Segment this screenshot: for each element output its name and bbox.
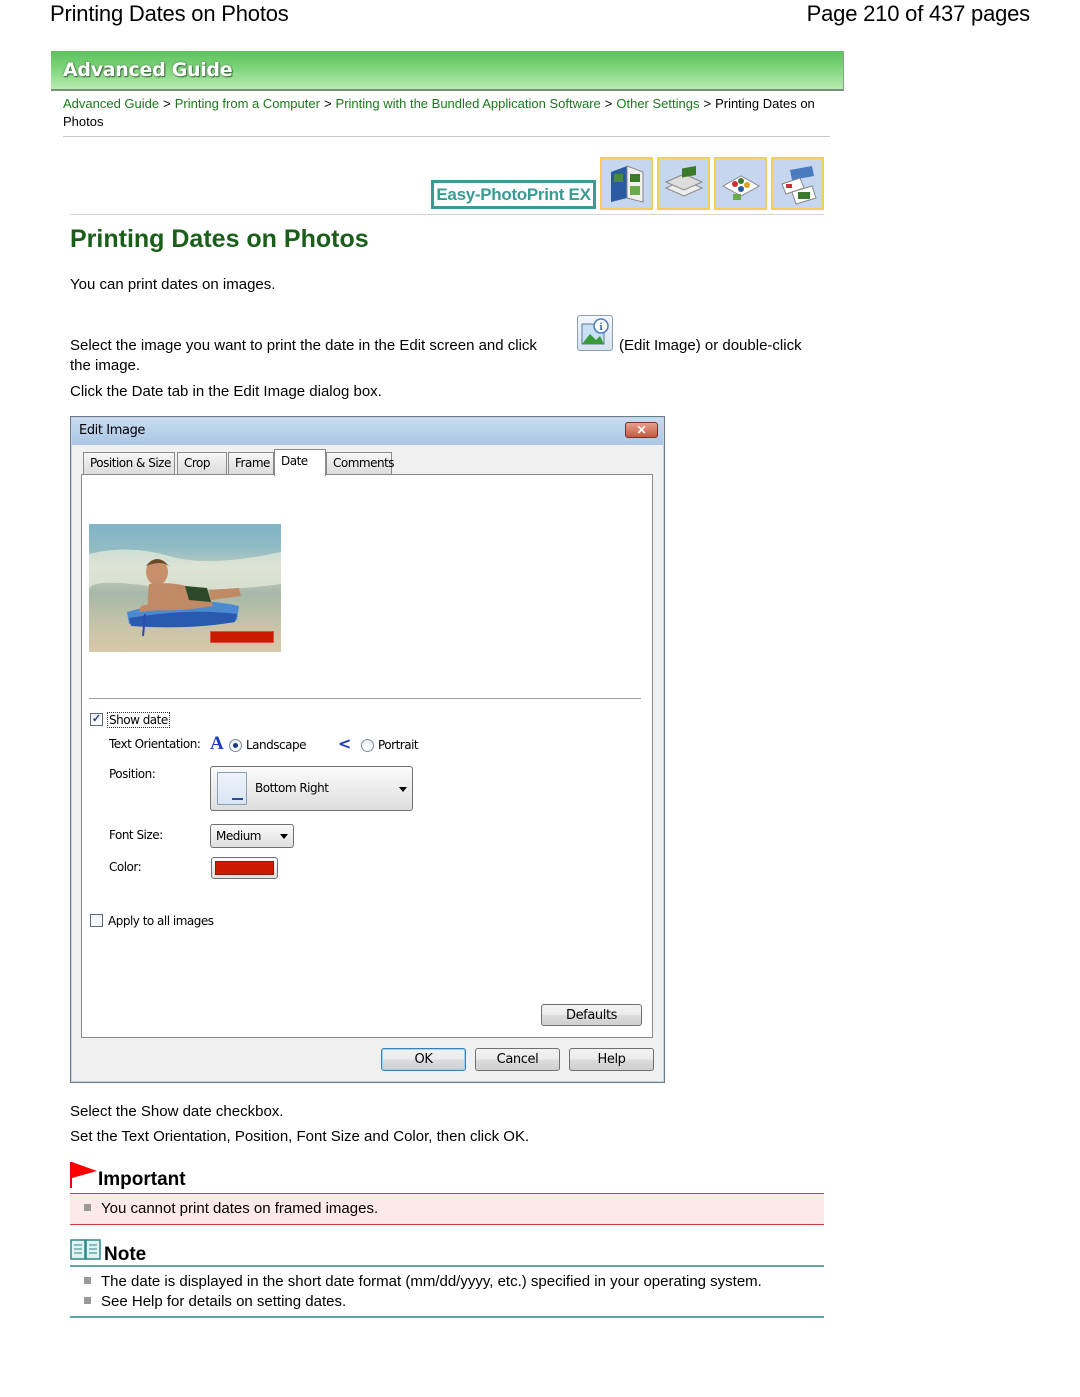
important-item: You cannot print dates on framed images. [84, 1200, 378, 1217]
note-item-text: See Help for details on setting dates. [101, 1293, 347, 1310]
edit-image-dialog: Edit Image ✕ Position & Size Crop Frame … [70, 416, 665, 1083]
ok-button[interactable]: OK [381, 1048, 466, 1071]
landscape-orientation-icon: A [210, 733, 224, 754]
color-label: Color: [109, 860, 142, 874]
portrait-orientation-icon: < [338, 734, 351, 753]
dialog-titlebar: Edit Image ✕ [72, 418, 663, 445]
document-title: Printing Dates on Photos [50, 1, 289, 26]
close-button[interactable]: ✕ [625, 422, 658, 438]
portrait-radio[interactable] [361, 739, 374, 752]
step1-text-continued: (Edit Image) or double-click [619, 337, 802, 354]
note-item: The date is displayed in the short date … [84, 1273, 762, 1290]
tab-date[interactable]: Date [274, 449, 326, 476]
divider [63, 136, 830, 137]
breadcrumb-link-printing-from-computer[interactable]: Printing from a Computer [175, 96, 320, 111]
svg-text:i: i [600, 322, 603, 333]
position-dropdown[interactable]: Bottom Right [210, 766, 413, 811]
note-item-text: The date is displayed in the short date … [101, 1273, 762, 1290]
date-preview-marker [210, 631, 274, 643]
banner-label: Advanced Guide [63, 59, 233, 81]
calendar-layout-icon[interactable] [657, 157, 710, 210]
book-icon [70, 1239, 101, 1260]
important-item-text: You cannot print dates on framed images. [101, 1200, 379, 1217]
tab-position-size[interactable]: Position & Size [83, 452, 175, 474]
breadcrumb-link-bundled-software[interactable]: Printing with the Bundled Application So… [336, 96, 601, 111]
step1-text-line2: the image. [70, 357, 141, 374]
breadcrumb-separator: > [163, 96, 171, 111]
album-icon[interactable] [600, 157, 653, 210]
cancel-button[interactable]: Cancel [475, 1048, 560, 1071]
step1-text: Select the image you want to print the d… [70, 337, 537, 354]
bullet-icon [84, 1276, 91, 1284]
breadcrumb: Advanced Guide > Printing from a Computer >… [63, 95, 833, 131]
layout-print-icon[interactable] [771, 157, 824, 210]
help-button[interactable]: Help [569, 1048, 654, 1071]
bullet-icon [84, 1203, 91, 1211]
tab-frame[interactable]: Frame [228, 452, 274, 474]
red-flag-icon [70, 1162, 97, 1188]
divider [89, 698, 641, 700]
show-date-label[interactable]: Show date [107, 712, 170, 728]
apply-all-checkbox[interactable] [90, 914, 103, 927]
breadcrumb-separator: > [703, 96, 712, 111]
breadcrumb-separator: > [323, 96, 332, 111]
bullet-icon [84, 1296, 91, 1304]
landscape-radio[interactable] [229, 739, 242, 752]
edit-image-icon: i [577, 315, 613, 351]
position-preview-icon [217, 772, 247, 805]
important-box: You cannot print dates on framed images. [70, 1193, 824, 1225]
note-title: Note [104, 1244, 147, 1265]
note-box: The date is displayed in the short date … [70, 1265, 824, 1318]
breadcrumb-link-other-settings[interactable]: Other Settings [616, 96, 699, 111]
important-title: Important [98, 1169, 186, 1190]
page-heading: Printing Dates on Photos [70, 225, 369, 253]
color-swatch [215, 861, 274, 875]
portrait-label: Portrait [378, 738, 419, 752]
font-size-label: Font Size: [109, 828, 163, 842]
defaults-button[interactable]: Defaults [541, 1004, 642, 1026]
divider [70, 214, 824, 215]
font-size-value: Medium [216, 829, 261, 843]
tab-crop[interactable]: Crop [177, 452, 227, 474]
easy-photoprint-logo: Easy-PhotoPrint EX [431, 180, 596, 209]
step4-text: Set the Text Orientation, Position, Font… [70, 1128, 530, 1145]
color-button[interactable] [211, 857, 278, 879]
date-tab-panel: ✓ Show date Text Orientation: A Landscap… [81, 474, 653, 1038]
intro-text: You can print dates on images. [70, 276, 276, 293]
tab-comments[interactable]: Comments [326, 452, 395, 474]
dialog-title: Edit Image [79, 423, 146, 438]
step3-text: Select the Show date checkbox. [70, 1103, 284, 1120]
note-item: See Help for details on setting dates. [84, 1293, 346, 1310]
advanced-guide-banner: Advanced Guide [51, 51, 844, 91]
page-indicator: Page 210 of 437 pages [806, 1, 1031, 26]
text-orientation-label: Text Orientation: [109, 737, 201, 751]
show-date-checkbox[interactable]: ✓ [90, 713, 103, 726]
preview-image [89, 524, 281, 652]
font-size-dropdown[interactable]: Medium [210, 824, 294, 848]
stickers-icon[interactable] [714, 157, 767, 210]
position-value: Bottom Right [255, 781, 329, 795]
breadcrumb-link-advanced-guide[interactable]: Advanced Guide [63, 96, 159, 111]
breadcrumb-separator: > [604, 96, 613, 111]
landscape-label[interactable]: Landscape [246, 738, 306, 752]
position-label: Position: [109, 767, 156, 781]
step2-text: Click the Date tab in the Edit Image dia… [70, 383, 382, 400]
apply-all-label[interactable]: Apply to all images [108, 914, 214, 928]
chevron-down-icon [280, 834, 288, 839]
chevron-down-icon [399, 786, 407, 792]
